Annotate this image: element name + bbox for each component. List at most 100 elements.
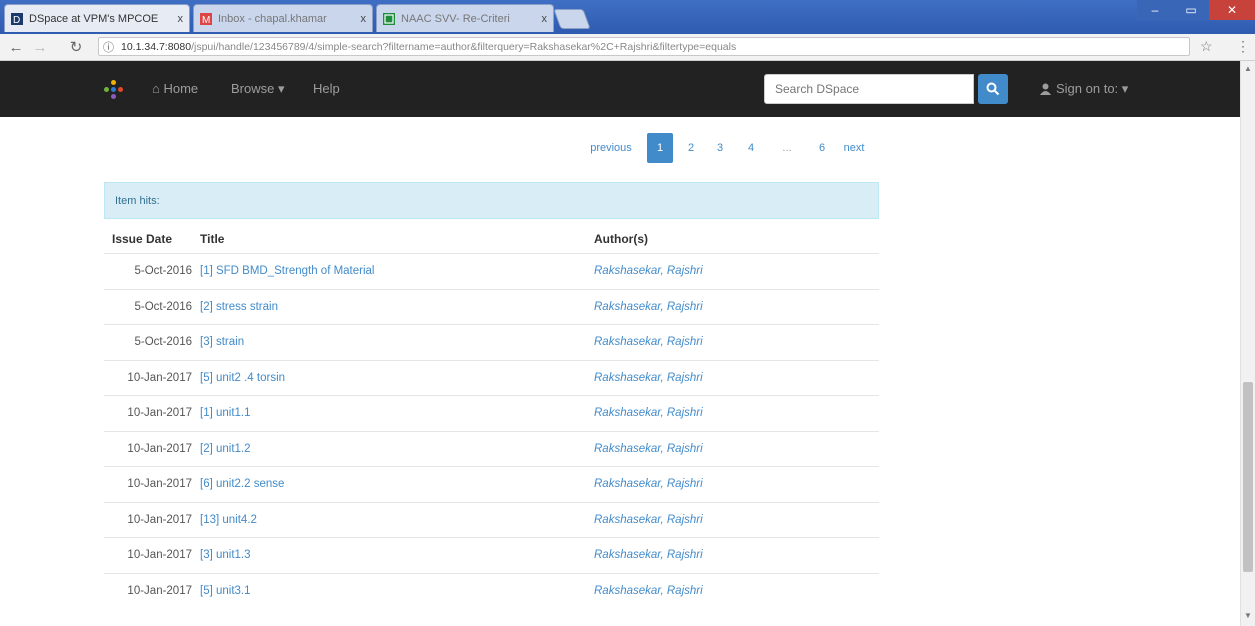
- column-header-date[interactable]: Issue Date: [104, 225, 192, 254]
- page-scrollbar[interactable]: ▲ ▼: [1240, 61, 1255, 626]
- table-row: 10-Jan-2017 [3] unit1.3 Rakshasekar, Raj…: [104, 537, 879, 573]
- tab-label: Inbox - chapal.khamar: [218, 12, 327, 25]
- item-title-link[interactable]: [5] unit2 .4 torsin: [192, 359, 586, 396]
- item-title-link[interactable]: [13] unit4.2: [192, 501, 586, 538]
- maximize-icon[interactable]: ▭: [1173, 0, 1209, 20]
- pagination-page-1[interactable]: 1: [647, 133, 673, 163]
- pagination-previous[interactable]: previous: [585, 133, 637, 163]
- tab-naac[interactable]: NAAC SVV- Re-Criteri x: [376, 4, 554, 32]
- table-row: 5-Oct-2016 [3] strain Rakshasekar, Rajsh…: [104, 324, 879, 360]
- search-icon: [986, 82, 1000, 96]
- table-row: 10-Jan-2017 [5] unit2 .4 torsin Rakshase…: [104, 359, 879, 396]
- issue-date: 5-Oct-2016: [104, 253, 192, 289]
- pagination-page-2[interactable]: 2: [680, 133, 702, 163]
- author-link[interactable]: Rakshasekar, Rajshri: [586, 253, 879, 289]
- issue-date: 10-Jan-2017: [104, 572, 192, 608]
- signin-dropdown[interactable]: Sign on to: ▾: [1040, 81, 1128, 97]
- nav-home[interactable]: ⌂ Home: [152, 81, 198, 96]
- table-row: 5-Oct-2016 [2] stress strain Rakshasekar…: [104, 288, 879, 325]
- dspace-favicon-icon: D: [11, 12, 23, 25]
- gmail-favicon-icon: M: [200, 12, 212, 25]
- item-title-link[interactable]: [2] unit1.2: [192, 430, 586, 467]
- column-header-author[interactable]: Author(s): [586, 225, 879, 254]
- pagination-page-3[interactable]: 3: [709, 133, 731, 163]
- url-text[interactable]: 10.1.34.7:8080/jspui/handle/123456789/4/…: [121, 41, 736, 53]
- table-row: 10-Jan-2017 [1] unit1.1 Rakshasekar, Raj…: [104, 395, 879, 431]
- results-table: Issue Date Title Author(s) 5-Oct-2016 [1…: [104, 225, 879, 608]
- svg-text:M: M: [202, 15, 210, 25]
- tab-label: DSpace at VPM's MPCOE: [29, 12, 159, 25]
- tab-close-icon[interactable]: x: [355, 13, 367, 25]
- column-header-title[interactable]: Title: [192, 225, 586, 254]
- sheets-favicon-icon: [383, 12, 395, 25]
- tab-inbox[interactable]: M Inbox - chapal.khamar x: [193, 4, 373, 32]
- minimize-icon[interactable]: –: [1137, 0, 1173, 20]
- issue-date: 10-Jan-2017: [104, 395, 192, 431]
- signin-label: Sign on to: ▾: [1056, 81, 1129, 96]
- scroll-up-arrow-icon[interactable]: ▲: [1244, 64, 1252, 73]
- item-hits-label: Item hits:: [115, 194, 160, 207]
- author-link[interactable]: Rakshasekar, Rajshri: [586, 572, 879, 608]
- tab-close-icon[interactable]: x: [172, 13, 184, 25]
- author-link[interactable]: Rakshasekar, Rajshri: [586, 324, 879, 360]
- window-controls: – ▭ ✕: [1137, 0, 1255, 20]
- issue-date: 5-Oct-2016: [104, 324, 192, 360]
- item-title-link[interactable]: [6] unit2.2 sense: [192, 466, 586, 502]
- pagination-next[interactable]: next: [837, 133, 871, 163]
- issue-date: 10-Jan-2017: [104, 501, 192, 538]
- author-link[interactable]: Rakshasekar, Rajshri: [586, 288, 879, 325]
- author-link[interactable]: Rakshasekar, Rajshri: [586, 430, 879, 467]
- author-link[interactable]: Rakshasekar, Rajshri: [586, 359, 879, 396]
- pagination-ellipsis: ...: [782, 142, 792, 154]
- item-title-link[interactable]: [3] unit1.3: [192, 537, 586, 573]
- bookmark-star-icon[interactable]: ☆: [1200, 38, 1213, 55]
- table-row: 10-Jan-2017 [13] unit4.2 Rakshasekar, Ra…: [104, 501, 879, 538]
- item-title-link[interactable]: [1] SFD BMD_Strength of Material: [192, 253, 586, 289]
- scroll-down-arrow-icon[interactable]: ▼: [1244, 611, 1252, 620]
- pagination-page-last[interactable]: 6: [811, 133, 833, 163]
- author-link[interactable]: Rakshasekar, Rajshri: [586, 501, 879, 538]
- author-link[interactable]: Rakshasekar, Rajshri: [586, 466, 879, 502]
- item-title-link[interactable]: [3] strain: [192, 324, 586, 360]
- tab-label: NAAC SVV- Re-Criteri: [401, 12, 510, 25]
- table-row: 10-Jan-2017 [2] unit1.2 Rakshasekar, Raj…: [104, 430, 879, 467]
- tab-dspace[interactable]: D DSpace at VPM's MPCOE x: [4, 4, 190, 32]
- menu-icon[interactable]: ⋮: [1236, 38, 1250, 55]
- new-tab-button[interactable]: [553, 9, 591, 29]
- tab-close-icon[interactable]: x: [536, 13, 548, 25]
- search-button[interactable]: [978, 74, 1008, 104]
- browser-tab-bar: D DSpace at VPM's MPCOE x M Inbox - chap…: [0, 0, 1255, 34]
- home-icon: ⌂: [152, 81, 160, 96]
- nav-help[interactable]: Help: [313, 81, 340, 96]
- issue-date: 10-Jan-2017: [104, 359, 192, 396]
- author-link[interactable]: Rakshasekar, Rajshri: [586, 537, 879, 573]
- nav-browse-label: Browse ▾: [231, 81, 285, 96]
- table-row: 10-Jan-2017 [5] unit3.1 Rakshasekar, Raj…: [104, 572, 879, 608]
- item-title-link[interactable]: [1] unit1.1: [192, 395, 586, 431]
- issue-date: 10-Jan-2017: [104, 430, 192, 467]
- item-title-link[interactable]: [2] stress strain: [192, 288, 586, 325]
- dspace-logo-icon[interactable]: [104, 80, 123, 99]
- back-arrow-icon[interactable]: ←: [6, 37, 26, 57]
- scrollbar-thumb[interactable]: [1243, 382, 1253, 572]
- window-close-icon[interactable]: ✕: [1209, 0, 1255, 20]
- url-host: 10.1.34.7:8080: [121, 40, 192, 53]
- url-path: /jspui/handle/123456789/4/simple-search?…: [191, 40, 737, 53]
- user-icon: [1040, 83, 1051, 95]
- item-title-link[interactable]: [5] unit3.1: [192, 572, 586, 608]
- search-input[interactable]: [764, 74, 974, 104]
- item-hits-header: Item hits:: [104, 182, 879, 219]
- issue-date: 10-Jan-2017: [104, 537, 192, 573]
- table-header-row: Issue Date Title Author(s): [104, 225, 879, 254]
- issue-date: 10-Jan-2017: [104, 466, 192, 502]
- nav-browse-dropdown[interactable]: Browse ▾: [231, 81, 285, 97]
- forward-arrow-icon[interactable]: →: [30, 37, 50, 57]
- reload-icon[interactable]: ↻: [66, 37, 86, 57]
- address-bar[interactable]: ⓘ 10.1.34.7:8080/jspui/handle/123456789/…: [98, 37, 1190, 56]
- table-row: 10-Jan-2017 [6] unit2.2 sense Rakshaseka…: [104, 466, 879, 502]
- nav-help-label: Help: [313, 81, 340, 96]
- table-row: 5-Oct-2016 [1] SFD BMD_Strength of Mater…: [104, 253, 879, 289]
- author-link[interactable]: Rakshasekar, Rajshri: [586, 395, 879, 431]
- info-icon[interactable]: ⓘ: [103, 39, 117, 55]
- pagination-page-4[interactable]: 4: [740, 133, 762, 163]
